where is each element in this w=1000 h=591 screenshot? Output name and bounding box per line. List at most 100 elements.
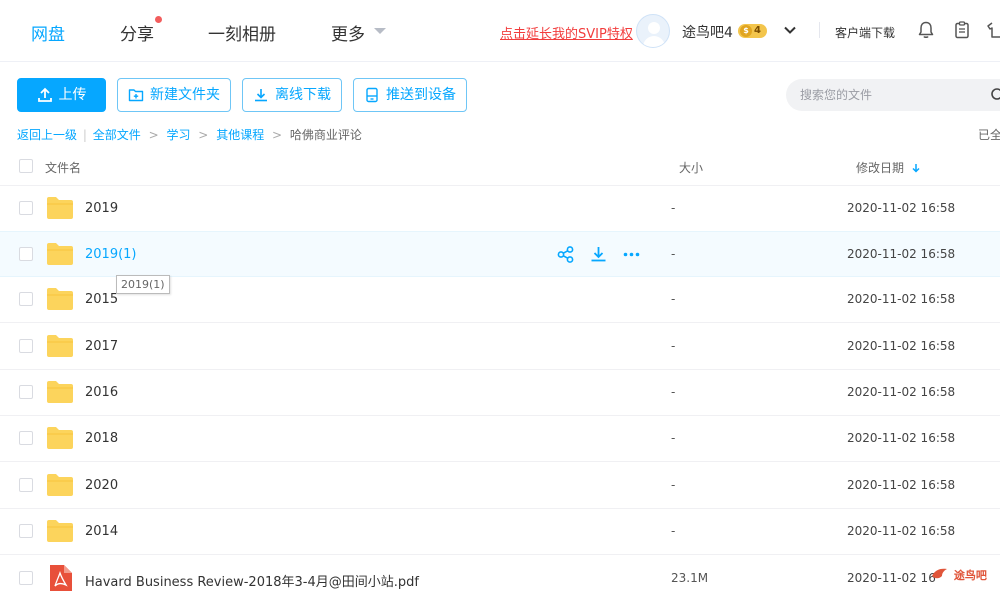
table-row[interactable]: 2019(1) - 2020-11-02 16:58	[0, 231, 1000, 277]
table-row[interactable]: 2014 - 2020-11-02 16:58	[0, 509, 1000, 555]
file-date: 2020-11-02 16:58	[847, 524, 956, 538]
username[interactable]: 途鸟吧4	[682, 22, 733, 42]
breadcrumb-other-courses[interactable]: 其他课程	[216, 128, 264, 142]
file-table-header: 文件名 大小 修改日期	[0, 146, 1000, 186]
download-icon[interactable]	[589, 245, 608, 264]
file-name[interactable]: 2016	[85, 385, 118, 400]
svip-extend-link[interactable]: 点击延长我的SVIP特权	[500, 23, 633, 42]
table-row[interactable]: 2020 - 2020-11-02 16:58	[0, 463, 1000, 509]
more-options-icon[interactable]	[622, 245, 641, 264]
share-icon[interactable]	[556, 245, 575, 264]
breadcrumb: 返回上一级 | 全部文件 > 学习 > 其他课程 > 哈佛商业评论	[17, 126, 362, 143]
tab-netdisk[interactable]: 网盘	[31, 20, 65, 45]
tab-share[interactable]: 分享	[120, 16, 162, 45]
file-date: 2020-11-02 16	[847, 571, 936, 585]
table-row[interactable]: Havard Business Review-2018年3-4月@田间小站.pd…	[0, 556, 1000, 591]
file-date: 2020-11-02 16:58	[847, 339, 956, 353]
file-size: -	[671, 292, 676, 306]
row-checkbox[interactable]	[19, 571, 33, 585]
file-date: 2020-11-02 16:58	[847, 478, 956, 492]
row-checkbox[interactable]	[19, 339, 33, 353]
push-to-device-label: 推送到设备	[386, 87, 456, 103]
shirt-icon[interactable]	[986, 20, 1000, 40]
file-date: 2020-11-02 16:58	[847, 201, 956, 215]
push-to-device-button[interactable]: 推送到设备	[353, 78, 467, 112]
file-size: -	[671, 201, 676, 215]
column-header-modified-label: 修改日期	[856, 161, 905, 175]
breadcrumb-study[interactable]: 学习	[166, 128, 190, 142]
column-header-modified[interactable]: 修改日期	[856, 159, 921, 176]
chevron-down-icon[interactable]	[784, 24, 796, 36]
tab-album[interactable]: 一刻相册	[208, 20, 276, 45]
upload-icon	[37, 87, 52, 102]
offline-download-button[interactable]: 离线下载	[242, 78, 342, 112]
folder-icon	[47, 381, 73, 403]
back-link[interactable]: 返回上一级	[17, 128, 77, 142]
file-name[interactable]: 2019	[85, 201, 118, 216]
vip-level-badge: $ 4	[738, 24, 767, 38]
file-size: 23.1M	[671, 571, 709, 585]
row-checkbox[interactable]	[19, 385, 33, 399]
download-icon	[255, 89, 267, 102]
row-checkbox[interactable]	[19, 201, 33, 215]
avatar[interactable]	[636, 14, 670, 48]
clipboard-icon[interactable]	[952, 20, 972, 40]
search-input[interactable]	[800, 85, 980, 105]
file-size: -	[671, 385, 676, 399]
loaded-status: 已全	[978, 128, 1000, 142]
top-navigation-bar: 网盘 分享 一刻相册 更多 点击延长我的SVIP特权 途鸟吧4 $ 4 客户端下…	[0, 0, 1000, 62]
avatar-body-icon	[643, 36, 665, 47]
file-name[interactable]: 2018	[85, 431, 118, 446]
folder-icon	[47, 288, 73, 310]
breadcrumb-all-files[interactable]: 全部文件	[93, 128, 141, 142]
file-name[interactable]: 2019(1)	[85, 247, 137, 262]
breadcrumb-current: 哈佛商业评论	[289, 128, 362, 142]
file-date: 2020-11-02 16:58	[847, 247, 956, 261]
new-folder-button[interactable]: 新建文件夹	[117, 78, 231, 112]
breadcrumb-separator-icon: >	[148, 128, 159, 142]
file-size: -	[671, 478, 676, 492]
column-header-name[interactable]: 文件名	[45, 159, 81, 176]
file-size: -	[671, 431, 676, 445]
tab-share-label: 分享	[120, 25, 154, 45]
row-checkbox[interactable]	[19, 478, 33, 492]
search-icon[interactable]	[990, 87, 1000, 103]
breadcrumb-separator-icon: >	[198, 128, 209, 142]
row-actions	[556, 245, 641, 264]
file-size: -	[671, 339, 676, 353]
row-checkbox[interactable]	[19, 431, 33, 445]
table-row[interactable]: 2016 - 2020-11-02 16:58	[0, 370, 1000, 416]
file-name[interactable]: 2014	[85, 524, 118, 539]
upload-button[interactable]: 上传	[17, 78, 106, 112]
file-date: 2020-11-02 16:58	[847, 385, 956, 399]
file-name[interactable]: 2015	[85, 292, 118, 307]
row-checkbox[interactable]	[19, 247, 33, 261]
sort-descending-icon	[912, 164, 920, 173]
coin-icon: $	[740, 25, 752, 37]
avatar-head-icon	[648, 22, 660, 34]
table-row[interactable]: 2017 - 2020-11-02 16:58	[0, 324, 1000, 370]
more-dropdown-icon[interactable]	[374, 28, 386, 34]
file-size: -	[671, 524, 676, 538]
notification-dot	[155, 16, 162, 23]
select-all-checkbox[interactable]	[19, 159, 33, 173]
breadcrumb-divider: |	[82, 128, 87, 142]
vip-level: 4	[754, 25, 761, 36]
file-name[interactable]: Havard Business Review-2018年3-4月@田间小站.pd…	[85, 571, 419, 590]
divider	[819, 22, 820, 38]
tab-more[interactable]: 更多	[331, 20, 365, 45]
column-header-size[interactable]: 大小	[679, 159, 703, 176]
upload-label: 上传	[58, 87, 87, 103]
bird-logo-icon	[932, 568, 947, 579]
row-checkbox[interactable]	[19, 292, 33, 306]
bell-icon[interactable]	[916, 20, 936, 40]
file-name[interactable]: 2020	[85, 478, 118, 493]
table-row[interactable]: 2018 - 2020-11-02 16:58	[0, 416, 1000, 462]
watermark-text: 途鸟吧	[953, 569, 987, 582]
client-download-link[interactable]: 客户端下载	[835, 24, 895, 41]
file-size: -	[671, 247, 676, 261]
table-row[interactable]: 2019 - 2020-11-02 16:58	[0, 186, 1000, 232]
file-name[interactable]: 2017	[85, 339, 118, 354]
row-checkbox[interactable]	[19, 524, 33, 538]
new-folder-icon	[128, 89, 144, 102]
